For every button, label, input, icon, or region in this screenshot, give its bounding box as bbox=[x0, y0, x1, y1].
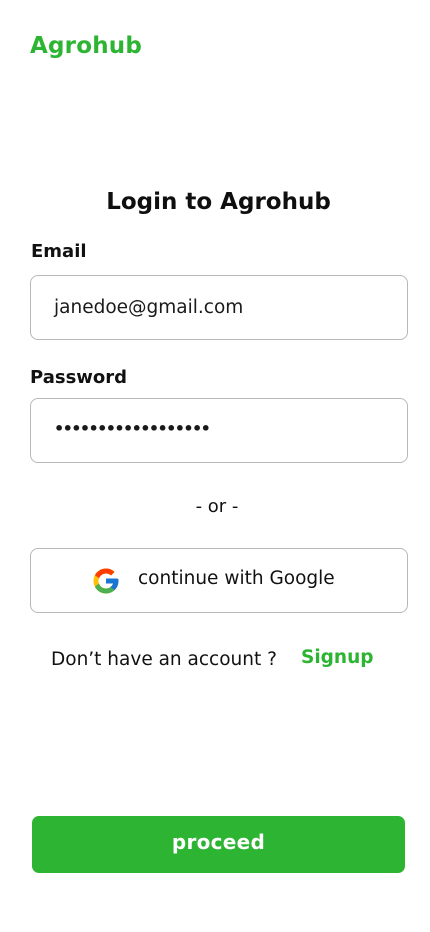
proceed-button[interactable]: proceed bbox=[32, 816, 405, 873]
page-title: Login to Agrohub bbox=[106, 189, 331, 215]
password-value: •••••••••••••••••• bbox=[54, 419, 211, 438]
proceed-button-label: proceed bbox=[171, 829, 266, 854]
google-signin-button[interactable]: continue with Google bbox=[30, 548, 408, 613]
email-label: Email bbox=[31, 241, 87, 262]
google-icon bbox=[93, 568, 119, 594]
email-value: janedoe@gmail.com bbox=[54, 297, 244, 318]
google-button-label: continue with Google bbox=[138, 568, 335, 589]
password-field[interactable]: •••••••••••••••••• bbox=[30, 398, 408, 463]
signup-link[interactable]: Signup bbox=[301, 647, 374, 668]
no-account-text: Don’t have an account ? bbox=[51, 649, 277, 670]
brand-logo-text: Agrohub bbox=[30, 33, 143, 59]
email-field[interactable]: janedoe@gmail.com bbox=[30, 275, 408, 340]
or-divider: - or - bbox=[195, 496, 239, 517]
password-label: Password bbox=[30, 367, 128, 388]
